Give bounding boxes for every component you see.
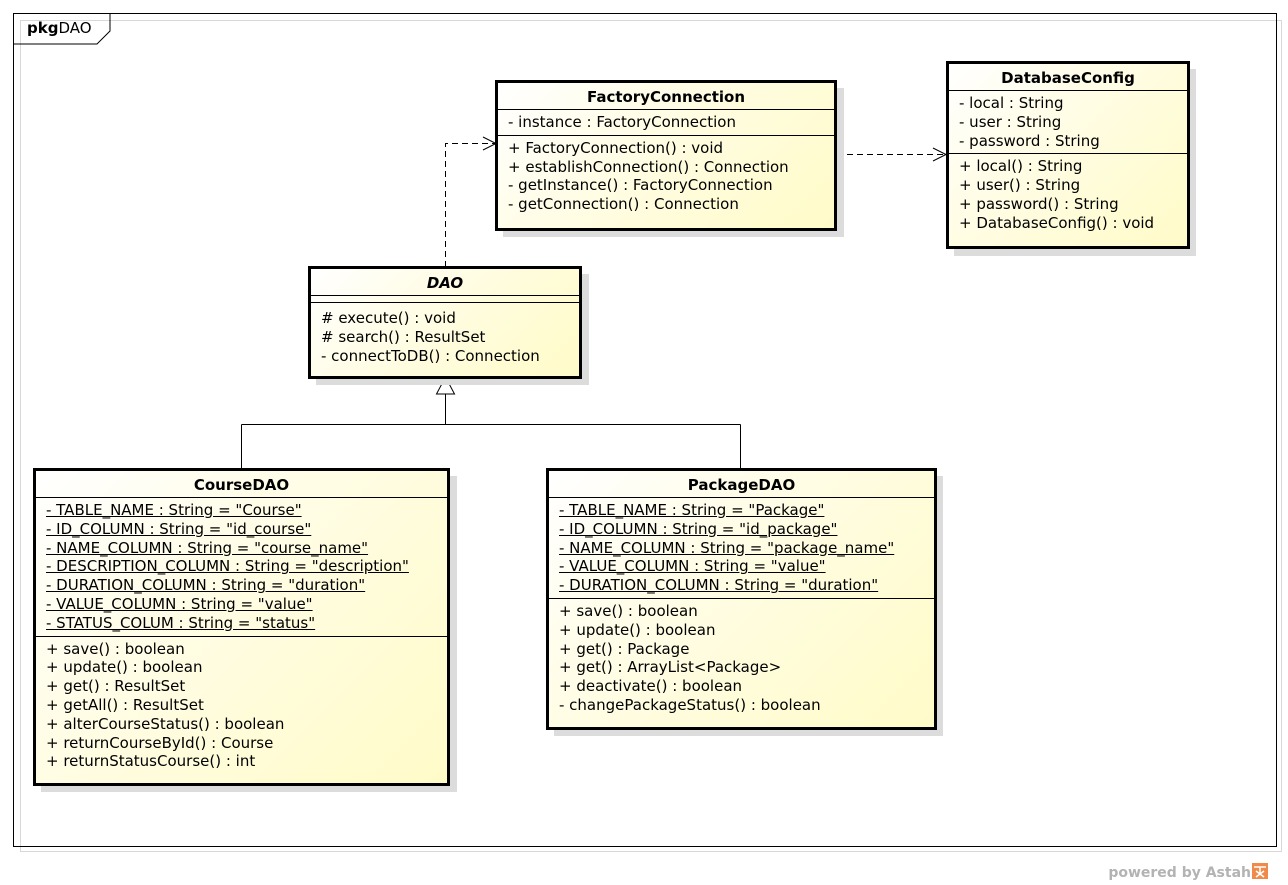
static-attribute[interactable]: - DESCRIPTION_COLUMN : String = "descrip… <box>46 557 437 576</box>
static-attribute[interactable]: - DURATION_COLUMN : String = "duration" <box>46 576 437 595</box>
operation[interactable]: + getAll() : ResultSet <box>46 696 437 715</box>
operation[interactable]: + returnStatusCourse() : int <box>46 752 437 771</box>
class-dao[interactable]: DAO # execute() : void # search() : Resu… <box>308 266 582 379</box>
operation[interactable]: + get() : ArrayList<Package> <box>559 658 924 677</box>
operation[interactable]: + save() : boolean <box>559 602 924 621</box>
attributes-compartment: - TABLE_NAME : String = "Package" - ID_C… <box>549 498 934 599</box>
operation[interactable]: + DatabaseConfig() : void <box>959 214 1177 233</box>
attribute[interactable]: - local : String <box>959 94 1177 113</box>
operation[interactable]: - getConnection() : Connection <box>508 195 824 214</box>
operation[interactable]: - getInstance() : FactoryConnection <box>508 176 824 195</box>
class-name: DatabaseConfig <box>949 64 1187 91</box>
operation[interactable]: + password() : String <box>959 195 1177 214</box>
attributes-compartment: - TABLE_NAME : String = "Course" - ID_CO… <box>36 498 447 637</box>
operation[interactable]: + local() : String <box>959 157 1177 176</box>
operations-compartment: + save() : boolean + update() : boolean … <box>36 637 447 775</box>
attribute[interactable]: - instance : FactoryConnection <box>508 113 824 132</box>
static-attribute[interactable]: - VALUE_COLUMN : String = "value" <box>46 595 437 614</box>
attributes-compartment: - local : String - user : String - passw… <box>949 91 1187 155</box>
astah-logo-icon <box>1252 863 1268 879</box>
operation[interactable]: + FactoryConnection() : void <box>508 139 824 158</box>
attribute[interactable]: - user : String <box>959 113 1177 132</box>
static-attribute[interactable]: - TABLE_NAME : String = "Package" <box>559 501 924 520</box>
operations-compartment: + save() : boolean + update() : boolean … <box>549 599 934 718</box>
operation[interactable]: # execute() : void <box>321 309 569 328</box>
operations-compartment: + local() : String + user() : String + p… <box>949 154 1187 235</box>
static-attribute[interactable]: - NAME_COLUMN : String = "package_name" <box>559 539 924 558</box>
class-name: CourseDAO <box>36 471 447 498</box>
class-database-config[interactable]: DatabaseConfig - local : String - user :… <box>946 61 1190 249</box>
class-diagram: pkgDAO FactoryConnection - instance : Fa… <box>0 0 1288 885</box>
static-attribute[interactable]: - ID_COLUMN : String = "id_course" <box>46 520 437 539</box>
static-attribute[interactable]: - DURATION_COLUMN : String = "duration" <box>559 576 924 595</box>
static-attribute[interactable]: - NAME_COLUMN : String = "course_name" <box>46 539 437 558</box>
operation[interactable]: + get() : ResultSet <box>46 677 437 696</box>
operation[interactable]: + save() : boolean <box>46 640 437 659</box>
dependency-line <box>445 143 495 267</box>
operation[interactable]: - changePackageStatus() : boolean <box>559 696 924 715</box>
operation[interactable]: + establishConnection() : Connection <box>508 158 824 177</box>
static-attribute[interactable]: - STATUS_COLUM : String = "status" <box>46 614 437 633</box>
static-attribute[interactable]: - TABLE_NAME : String = "Course" <box>46 501 437 520</box>
static-attribute[interactable]: - ID_COLUMN : String = "id_package" <box>559 520 924 539</box>
class-name: DAO <box>311 269 579 296</box>
operations-compartment: + FactoryConnection() : void + establish… <box>498 136 834 217</box>
class-course-dao[interactable]: CourseDAO - TABLE_NAME : String = "Cours… <box>33 468 450 786</box>
dependency-dao-factory[interactable] <box>445 136 498 267</box>
class-name: FactoryConnection <box>498 83 834 110</box>
operations-compartment: # execute() : void # search() : ResultSe… <box>311 303 579 368</box>
class-package-dao[interactable]: PackageDAO - TABLE_NAME : String = "Pack… <box>546 468 937 730</box>
operation[interactable]: # search() : ResultSet <box>321 328 569 347</box>
operation[interactable]: + returnCourseById() : Course <box>46 734 437 753</box>
operation[interactable]: + update() : boolean <box>559 621 924 640</box>
dependency-factory-dbconfig[interactable] <box>837 147 948 162</box>
static-attribute[interactable]: - VALUE_COLUMN : String = "value" <box>559 557 924 576</box>
attribute[interactable]: - password : String <box>959 132 1177 151</box>
powered-by-text: powered by Astah <box>1108 865 1251 881</box>
generalization-tree[interactable] <box>241 375 741 469</box>
operation[interactable]: + alterCourseStatus() : boolean <box>46 715 437 734</box>
operation[interactable]: + user() : String <box>959 176 1177 195</box>
class-factory-connection[interactable]: FactoryConnection - instance : FactoryCo… <box>495 80 837 231</box>
class-name: PackageDAO <box>549 471 934 498</box>
operation[interactable]: - connectToDB() : Connection <box>321 347 569 366</box>
operation[interactable]: + get() : Package <box>559 640 924 659</box>
attributes-compartment: - instance : FactoryConnection <box>498 110 834 136</box>
attributes-compartment <box>311 296 579 303</box>
powered-by-watermark: powered by Astah <box>1108 863 1268 881</box>
operation[interactable]: + deactivate() : boolean <box>559 677 924 696</box>
operation[interactable]: + update() : boolean <box>46 658 437 677</box>
